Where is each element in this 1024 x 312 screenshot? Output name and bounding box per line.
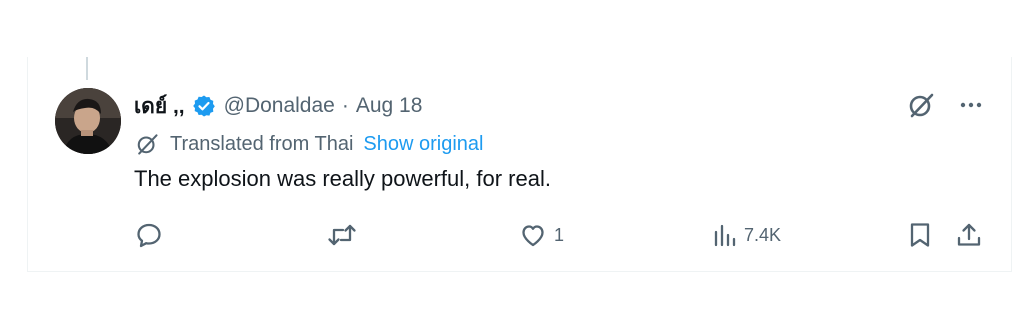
grok-icon[interactable]	[906, 90, 936, 120]
heart-icon	[518, 220, 548, 250]
reply-icon	[134, 220, 164, 250]
translate-icon	[134, 131, 160, 157]
views-icon	[712, 220, 738, 250]
thread-line	[86, 57, 88, 80]
verified-badge-icon	[192, 94, 216, 118]
bookmark-button[interactable]	[906, 218, 934, 252]
like-count: 1	[554, 224, 565, 245]
tweet-header: เดย์ ,, @Donaldae · Aug 18	[134, 88, 422, 124]
action-bar: 1 7.4K	[134, 218, 984, 252]
top-actions	[906, 90, 984, 120]
like-button[interactable]: 1	[518, 218, 564, 252]
share-button[interactable]	[954, 218, 984, 252]
translated-label: Translated from Thai	[170, 132, 354, 155]
retweet-icon	[326, 220, 358, 250]
user-handle[interactable]: @Donaldae	[224, 94, 335, 118]
retweet-button[interactable]	[326, 218, 364, 252]
views-button[interactable]: 7.4K	[712, 218, 781, 252]
tweet-date[interactable]: Aug 18	[356, 94, 423, 118]
bookmark-icon	[906, 220, 934, 250]
reply-button[interactable]	[134, 218, 170, 252]
separator-dot: ·	[341, 94, 349, 117]
views-count: 7.4K	[744, 224, 782, 245]
share-icon	[954, 220, 984, 250]
avatar[interactable]	[55, 88, 121, 154]
display-name[interactable]: เดย์ ,,	[134, 90, 185, 123]
more-icon[interactable]	[958, 92, 984, 118]
show-original-link[interactable]: Show original	[363, 133, 483, 156]
tweet-text: The explosion was really powerful, for r…	[134, 166, 551, 191]
translation-notice: Translated from Thai Show original	[134, 130, 484, 158]
